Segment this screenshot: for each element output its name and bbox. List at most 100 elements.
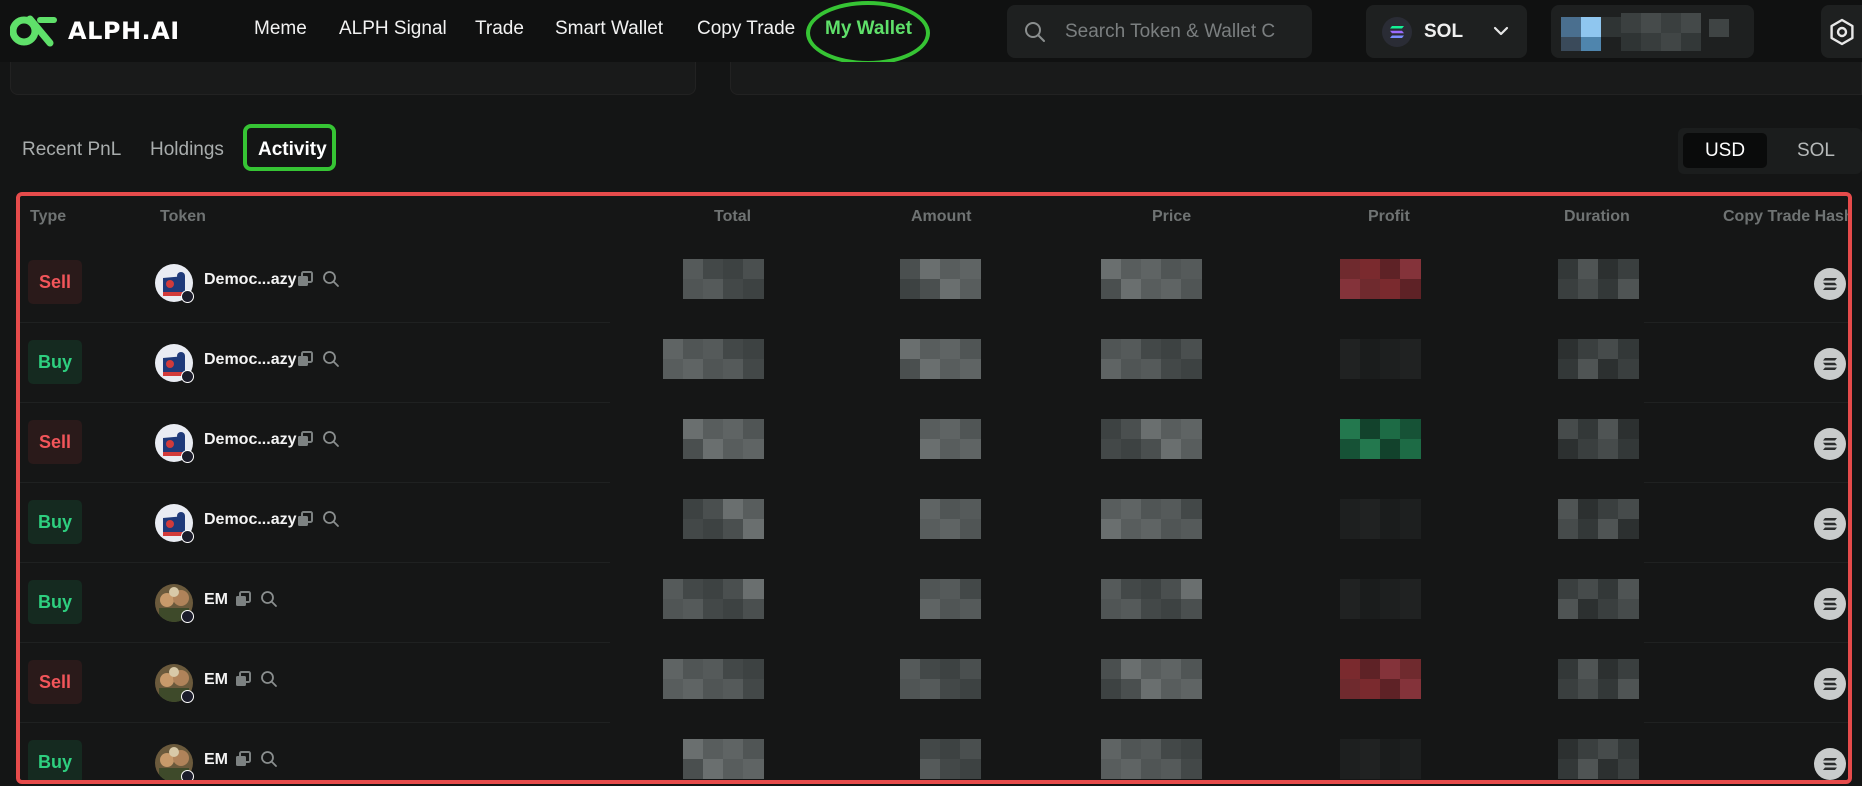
total-value-obscured (683, 499, 764, 539)
search-input[interactable] (1065, 20, 1275, 43)
copy-icon[interactable] (296, 350, 314, 368)
type-badge: Sell (28, 660, 82, 704)
currency-usd-option[interactable]: USD (1683, 133, 1767, 168)
token-name[interactable]: Democ...azy (204, 271, 296, 289)
duration-value-obscured (1558, 499, 1639, 539)
type-badge: Buy (28, 740, 82, 780)
token-actions (296, 510, 340, 528)
row-divider (1644, 482, 1848, 483)
amount-value-obscured (900, 659, 981, 699)
chevron-down-icon (1493, 26, 1509, 36)
token-name[interactable]: EM (204, 591, 228, 609)
chain-selector[interactable]: SOL (1366, 5, 1527, 58)
token-actions (234, 750, 278, 768)
duration-value-obscured (1558, 659, 1639, 699)
token-name[interactable]: Democ...azy (204, 511, 296, 529)
nav-smart-wallet[interactable]: Smart Wallet (555, 18, 663, 40)
solana-icon (1823, 598, 1837, 610)
currency-sol-option[interactable]: SOL (1776, 133, 1856, 168)
search-icon[interactable] (260, 750, 278, 768)
price-value-obscured (1101, 419, 1202, 459)
copy-trade-hash-button[interactable] (1814, 668, 1846, 700)
row-divider (20, 482, 610, 483)
total-value-obscured (683, 739, 764, 779)
copy-icon[interactable] (234, 590, 252, 608)
search-icon (1025, 21, 1045, 42)
solana-icon (1382, 16, 1412, 47)
total-value-obscured (663, 579, 764, 619)
table-row[interactable]: Buy EM (20, 562, 1848, 642)
solana-icon (1823, 438, 1837, 450)
profit-value-obscured (1340, 259, 1421, 299)
settings-button[interactable] (1821, 5, 1862, 58)
copy-trade-hash-button[interactable] (1814, 348, 1846, 380)
chain-badge-icon (181, 370, 194, 383)
token-actions (296, 350, 340, 368)
search-box[interactable] (1007, 5, 1312, 58)
copy-trade-hash-button[interactable] (1814, 428, 1846, 460)
search-icon[interactable] (260, 590, 278, 608)
chain-badge-icon (181, 450, 194, 463)
wallet-address-obscured[interactable] (1551, 5, 1754, 58)
search-icon[interactable] (322, 270, 340, 288)
nav-alph-signal[interactable]: ALPH Signal (339, 18, 447, 40)
table-row[interactable]: Buy Democ...azy (20, 482, 1848, 562)
duration-value-obscured (1558, 579, 1639, 619)
tab-activity[interactable]: Activity (258, 139, 327, 161)
row-divider (1644, 322, 1848, 323)
chain-badge-icon (181, 290, 194, 303)
nav-my-wallet[interactable]: My Wallet (825, 18, 912, 40)
tab-recent-pnl[interactable]: Recent PnL (22, 139, 121, 161)
column-header-price: Price (1152, 208, 1192, 225)
activity-table: Type Token Total Amount Price Profit Dur… (16, 192, 1852, 784)
row-divider (20, 722, 610, 723)
token-name[interactable]: EM (204, 671, 228, 689)
column-header-profit: Profit (1368, 208, 1410, 225)
column-header-token: Token (160, 208, 206, 225)
currency-toggle: USD SOL (1678, 128, 1862, 174)
token-name[interactable]: Democ...azy (204, 431, 296, 449)
copy-trade-hash-button[interactable] (1814, 748, 1846, 780)
total-value-obscured (663, 659, 764, 699)
table-row[interactable]: Buy EM (20, 722, 1848, 780)
table-row[interactable]: Buy Democ...azy (20, 322, 1848, 402)
copy-trade-hash-button[interactable] (1814, 588, 1846, 620)
token-name[interactable]: EM (204, 751, 228, 769)
profit-value-obscured (1340, 339, 1421, 379)
copy-icon[interactable] (296, 270, 314, 288)
type-badge: Buy (28, 580, 82, 624)
profit-value-obscured (1340, 579, 1421, 619)
nav-copy-trade[interactable]: Copy Trade (697, 18, 795, 40)
copy-trade-hash-button[interactable] (1814, 508, 1846, 540)
row-divider (1644, 562, 1848, 563)
table-row[interactable]: Sell EM (20, 642, 1848, 722)
search-icon[interactable] (322, 510, 340, 528)
summary-card-left-edge (10, 62, 696, 95)
search-icon[interactable] (260, 670, 278, 688)
copy-icon[interactable] (234, 670, 252, 688)
column-header-type: Type (30, 208, 67, 225)
profit-value-obscured (1340, 499, 1421, 539)
token-name[interactable]: Democ...azy (204, 351, 296, 369)
tab-holdings[interactable]: Holdings (150, 139, 224, 161)
token-actions (234, 590, 278, 608)
top-navigation-bar: ALPH.AI Meme ALPH Signal Trade Smart Wal… (0, 0, 1862, 65)
solana-icon (1823, 278, 1837, 290)
table-row[interactable]: Sell Democ...azy (20, 402, 1848, 482)
table-row[interactable]: Sell Democ...azy (20, 242, 1848, 322)
brand-logo[interactable]: ALPH.AI (10, 11, 180, 51)
search-icon[interactable] (322, 430, 340, 448)
copy-trade-hash-button[interactable] (1814, 268, 1846, 300)
copy-icon[interactable] (296, 430, 314, 448)
row-divider (1644, 642, 1848, 643)
price-value-obscured (1101, 739, 1202, 779)
profit-value-obscured (1340, 659, 1421, 699)
search-icon[interactable] (322, 350, 340, 368)
type-badge: Buy (28, 500, 82, 544)
nav-trade[interactable]: Trade (475, 18, 524, 40)
copy-icon[interactable] (296, 510, 314, 528)
copy-icon[interactable] (234, 750, 252, 768)
type-badge: Sell (28, 420, 82, 464)
price-value-obscured (1101, 259, 1202, 299)
nav-meme[interactable]: Meme (254, 18, 307, 40)
